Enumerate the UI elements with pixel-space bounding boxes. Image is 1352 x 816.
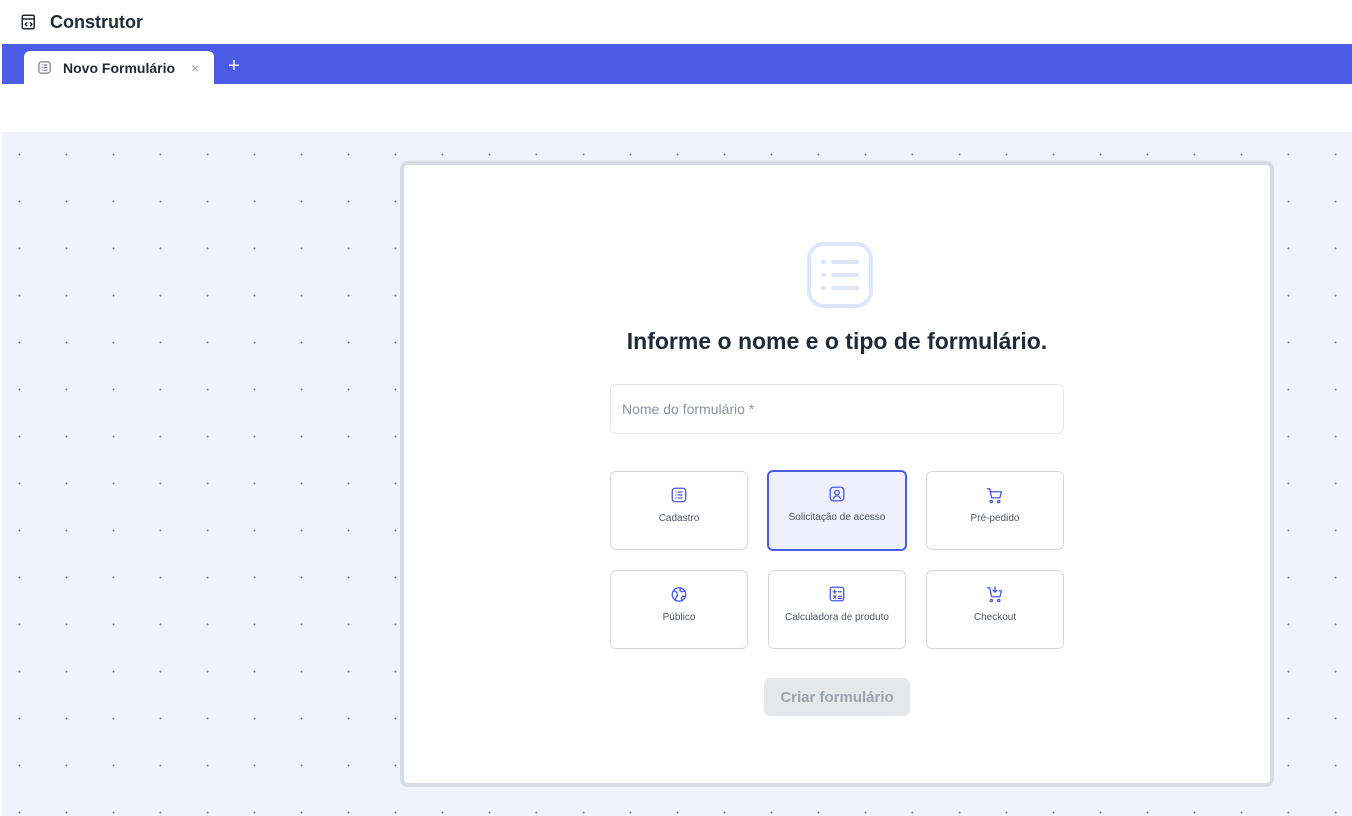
form-title: Informe o nome e o tipo de formulário. xyxy=(626,328,1048,354)
form-name-input[interactable] xyxy=(610,384,1064,434)
user-badge-icon xyxy=(828,485,846,503)
type-option-checkout[interactable]: Checkout xyxy=(926,570,1064,649)
type-option-cadastro[interactable]: Cadastro xyxy=(610,471,748,550)
list-icon xyxy=(670,486,688,504)
app-title: Construtor xyxy=(50,11,143,32)
type-option-label: Checkout xyxy=(973,612,1017,623)
create-form-button[interactable]: Criar formulário xyxy=(764,678,910,716)
type-option-label: Cadastro xyxy=(658,513,700,524)
type-option-label: Público xyxy=(662,612,696,623)
app-header: Construtor xyxy=(0,0,1352,44)
type-option-publico[interactable]: Público xyxy=(610,570,748,649)
type-option-label: Solicitação de acesso xyxy=(788,512,886,523)
type-option-label: Calculadora de produto xyxy=(785,612,889,623)
toolbar xyxy=(2,84,1352,132)
type-option-label: Pré-pedido xyxy=(970,513,1020,524)
list-icon xyxy=(37,60,53,76)
type-option-solicitacao-acesso[interactable]: Solicitação de acesso xyxy=(767,470,907,551)
close-icon[interactable]: × xyxy=(191,61,199,75)
tab-novo-formulario[interactable]: Novo Formulário × xyxy=(24,51,214,84)
type-option-calculadora-produto[interactable]: Calculadora de produto xyxy=(768,570,906,649)
form-list-icon xyxy=(806,241,874,309)
calculator-icon xyxy=(828,585,846,603)
tab-label: Novo Formulário xyxy=(63,59,176,76)
globe-icon xyxy=(670,585,688,603)
tab-bar: Novo Formulário × + xyxy=(2,44,1352,84)
cart-download-icon xyxy=(986,585,1004,603)
cart-icon xyxy=(986,486,1004,504)
new-form-card: Informe o nome e o tipo de formulário. C… xyxy=(400,161,1274,787)
add-tab-button[interactable]: + xyxy=(224,56,244,76)
type-option-pre-pedido[interactable]: Pré-pedido xyxy=(926,471,1064,550)
form-type-grid: Cadastro Solicitação de acesso Pré-pedid… xyxy=(610,470,1064,649)
form-builder-icon xyxy=(20,12,40,32)
